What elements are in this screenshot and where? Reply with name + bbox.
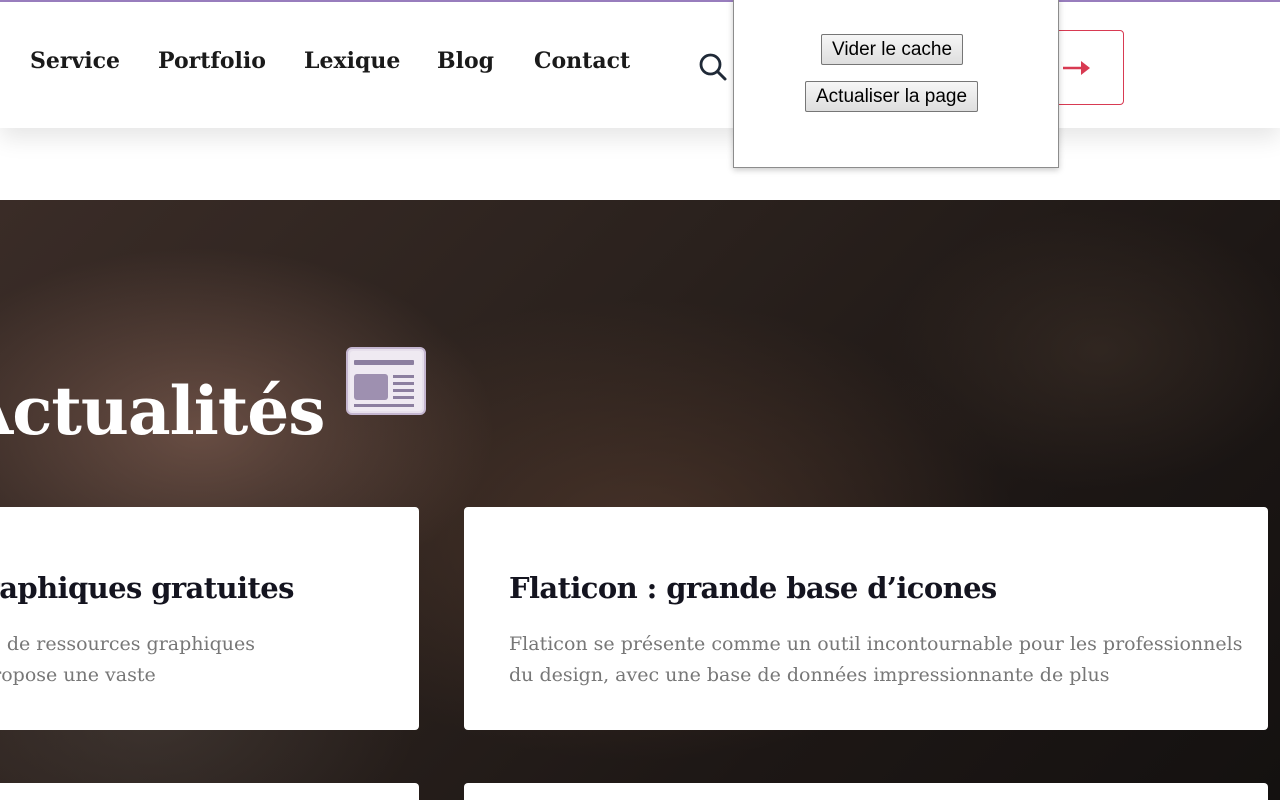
header-spacer [0,128,1280,200]
article-card-title: Ressources graphiques gratuites [0,571,294,606]
news-hero-section: Actualités Ressources graphiques gratuit… [0,200,1280,800]
site-header: Service Portfolio Lexique Blog Contact [0,2,1280,128]
nav-link-blog[interactable]: Blog [437,48,494,74]
nav-link-contact[interactable]: Contact [534,48,630,74]
cache-popup: Vider le cache Actualiser la page [733,0,1059,168]
article-card-title: Flaticon : grande base d’icones [509,571,997,606]
arrow-right-icon [1063,61,1090,75]
article-card-2[interactable]: Flaticon : grande base d’icones Flaticon… [464,507,1268,730]
article-card-excerpt-line2: du design, avec une base de données impr… [509,664,1110,686]
refresh-page-button[interactable]: Actualiser la page [805,81,979,112]
article-card-excerpt-line1: Flaticon se présente comme un outil inco… [509,633,1243,655]
nav-link-lexique[interactable]: Lexique [304,48,400,74]
nav-link-portfolio[interactable]: Portfolio [158,48,266,74]
clear-cache-button[interactable]: Vider le cache [821,34,964,65]
article-card-4[interactable] [464,783,1268,800]
article-card-1[interactable]: Ressources graphiques gratuites Une plat… [0,507,419,730]
search-icon[interactable] [697,51,729,83]
page-title: Actualités [0,372,325,451]
article-card-excerpt-line1: Une plateforme de ressources graphiques [0,633,255,655]
article-card-3[interactable] [0,783,419,800]
nav-link-service[interactable]: Service [30,48,120,74]
newspaper-icon [346,347,426,415]
article-card-excerpt-line2: et photos. Elle propose une vaste [0,664,156,686]
